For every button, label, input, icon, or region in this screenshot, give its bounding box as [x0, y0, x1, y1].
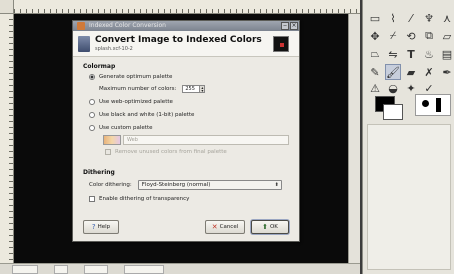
free-select-icon[interactable]: ⌇: [385, 10, 401, 26]
image-statusbar: [0, 263, 360, 274]
cancel-icon: ✕: [211, 223, 218, 231]
checkbox-label: Enable dithering of transparency: [99, 196, 190, 202]
status-info: [124, 265, 164, 274]
dialog-subheading: splash.xcf-10-2: [95, 46, 133, 52]
dialog-heading: Convert Image to Indexed Colors: [95, 35, 262, 45]
image-thumbnail: [273, 36, 289, 52]
rotate-icon[interactable]: ⟲: [403, 28, 419, 44]
dithering-section-title: Dithering: [83, 169, 115, 176]
max-colors-row: Maximum number of colors: 255 ▴ ▾: [99, 84, 206, 93]
clone-icon[interactable]: ⚠: [367, 80, 383, 96]
horizontal-ruler[interactable]: [14, 0, 360, 14]
ruler-corner-button[interactable]: [0, 0, 14, 14]
remove-unused-checkbox[interactable]: Remove unused colors from final palette: [105, 148, 227, 156]
airbrush-icon[interactable]: ✗: [421, 64, 437, 80]
checkbox-label: Remove unused colors from final palette: [115, 149, 227, 155]
vertical-scrollbar[interactable]: [348, 14, 360, 264]
pattern-icon: [436, 98, 441, 112]
ink-icon[interactable]: ✒: [439, 64, 454, 80]
max-colors-label: Maximum number of colors:: [99, 85, 177, 92]
help-button[interactable]: ? Help: [83, 220, 119, 234]
dialog-header: Convert Image to Indexed Colors splash.x…: [73, 31, 299, 57]
dialog-window-title: Indexed Color Conversion: [89, 22, 166, 29]
bucket-fill-icon[interactable]: ♨: [421, 46, 437, 62]
brush-icon: [422, 100, 429, 107]
color-dithering-label: Color dithering:: [89, 181, 132, 188]
zoom-select[interactable]: [84, 265, 108, 274]
smudge-icon[interactable]: ◒: [385, 80, 401, 96]
ok-button[interactable]: ⬆ OK: [251, 220, 289, 234]
spin-arrows-icon[interactable]: ▴ ▾: [200, 84, 206, 93]
color-dithering-value: Floyd-Steinberg (normal): [141, 181, 211, 188]
radio-button-icon[interactable]: [89, 112, 95, 118]
radio-label: Use black and white (1-bit) palette: [99, 112, 195, 118]
cancel-button-label: Cancel: [219, 224, 239, 230]
radio-label: Use web-optimized palette: [99, 99, 173, 105]
minimize-icon[interactable]: ‒: [281, 22, 289, 30]
convert-indexed-dialog: Indexed Color Conversion ‒ × Convert Ima…: [72, 20, 300, 242]
rect-select-icon[interactable]: ▭: [367, 10, 383, 26]
custom-palette-name[interactable]: Web: [123, 135, 289, 145]
color-dithering-row: Color dithering: Floyd-Steinberg (normal…: [89, 179, 282, 190]
move-icon[interactable]: ✥: [367, 28, 383, 44]
radio-web-palette[interactable]: Use web-optimized palette: [89, 98, 173, 106]
dialog-titlebar[interactable]: Indexed Color Conversion ‒ ×: [73, 21, 299, 31]
colormap-section-title: Colormap: [83, 63, 116, 70]
text-icon[interactable]: T: [403, 46, 419, 62]
perspective-icon[interactable]: ⏢: [367, 46, 383, 62]
custom-palette-swatch[interactable]: [103, 135, 121, 145]
brush-pattern-preview[interactable]: [415, 94, 451, 116]
pencil-icon[interactable]: ✎: [367, 64, 383, 80]
tool-options-panel: [367, 124, 451, 270]
crop-icon[interactable]: ⌿: [385, 28, 401, 44]
dropdown-arrow-icon[interactable]: ⬍: [275, 181, 279, 189]
convert-indexed-icon: [78, 36, 90, 52]
shear-icon[interactable]: ▱: [439, 28, 454, 44]
dither-transparency-checkbox[interactable]: Enable dithering of transparency: [89, 195, 189, 203]
background-color-swatch[interactable]: [383, 104, 403, 120]
radio-bw-palette[interactable]: Use black and white (1-bit) palette: [89, 111, 194, 119]
checkbox-icon[interactable]: [105, 149, 111, 155]
scale-icon[interactable]: ⧉: [421, 28, 437, 44]
radio-generate-optimum[interactable]: Generate optimum palette: [89, 73, 172, 81]
paths-icon[interactable]: ♆: [421, 10, 437, 26]
gimp-app-icon: [77, 22, 85, 30]
paintbrush-icon[interactable]: 🖌: [385, 64, 401, 80]
help-icon: ?: [91, 223, 96, 231]
flip-icon[interactable]: ⇋: [385, 46, 401, 62]
checkbox-icon[interactable]: [89, 196, 95, 202]
unit-select[interactable]: [54, 265, 68, 274]
eraser-icon[interactable]: ▰: [403, 64, 419, 80]
radio-button-icon[interactable]: [89, 125, 95, 131]
radio-label: Generate optimum palette: [99, 74, 173, 80]
toolbox-window: ▭ ⌇ ⁄ ♆ ⋏ ✥ ⌿ ⟲ ⧉ ▱ ⏢ ⇋ T ♨ ▤ ✎ 🖌 ▰ ✗ ✒ …: [362, 0, 454, 274]
ok-button-label: OK: [269, 224, 278, 230]
measure-icon[interactable]: ⋏: [439, 10, 454, 26]
radio-label: Use custom palette: [99, 125, 153, 131]
ok-icon: ⬆: [262, 223, 268, 231]
pointer-coords: [12, 265, 38, 274]
blend-icon[interactable]: ▤: [439, 46, 454, 62]
max-colors-input[interactable]: 255: [182, 84, 201, 93]
color-dithering-select[interactable]: Floyd-Steinberg (normal) ⬍: [137, 179, 282, 190]
vertical-ruler[interactable]: [0, 14, 14, 264]
radio-custom-palette[interactable]: Use custom palette: [89, 124, 153, 132]
radio-button-icon[interactable]: [89, 99, 95, 105]
fuzzy-select-icon[interactable]: ⁄: [403, 10, 419, 26]
help-button-label: Help: [97, 224, 111, 230]
radio-button-icon[interactable]: [89, 74, 95, 80]
close-icon[interactable]: ×: [290, 22, 298, 30]
cancel-button[interactable]: ✕ Cancel: [205, 220, 245, 234]
